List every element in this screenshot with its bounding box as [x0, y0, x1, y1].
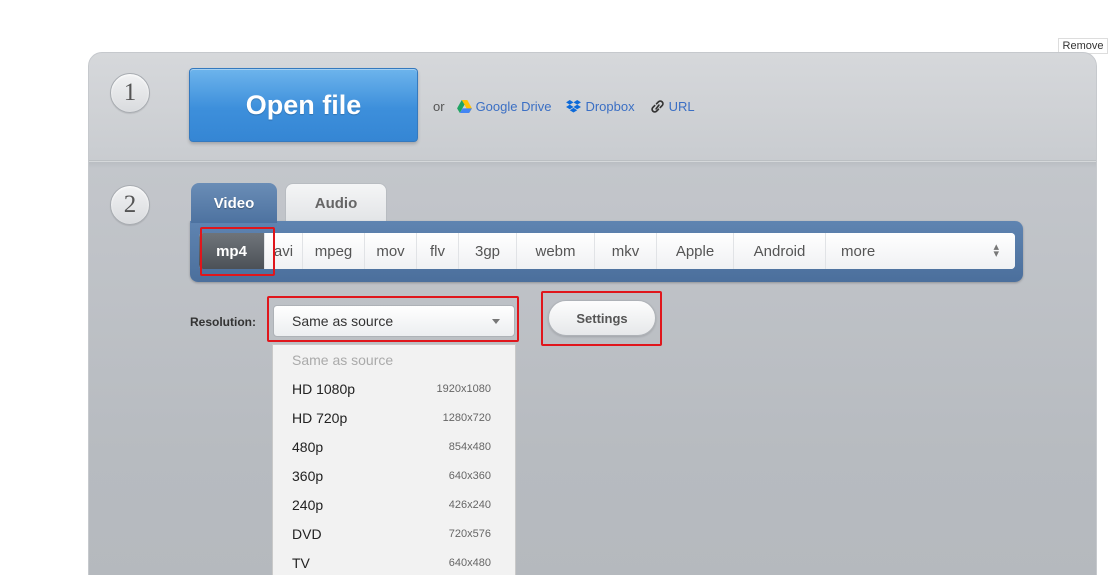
step-2-number: 2	[110, 185, 150, 225]
option-resolution: 426x240	[448, 498, 491, 511]
format-apple[interactable]: Apple	[657, 233, 734, 269]
format-mkv[interactable]: mkv	[595, 233, 657, 269]
format-android[interactable]: Android	[734, 233, 826, 269]
format-bar: mp4 avi mpeg mov flv 3gp webm mkv Apple …	[190, 221, 1023, 282]
option-resolution: 640x360	[448, 469, 491, 482]
caret-down-icon	[492, 318, 500, 324]
resolution-option-240p[interactable]: 240p 426x240	[273, 490, 515, 519]
option-name: 360p	[292, 467, 324, 484]
tab-audio[interactable]: Audio	[285, 183, 387, 223]
option-resolution: 640x480	[448, 556, 491, 569]
google-drive-label: Google Drive	[475, 98, 552, 114]
format-more-label: more	[841, 242, 876, 260]
format-mov[interactable]: mov	[365, 233, 417, 269]
resolution-option-720p[interactable]: HD 720p 1280x720	[273, 403, 515, 432]
resolution-select[interactable]: Same as source	[273, 305, 515, 337]
url-link[interactable]: URL	[650, 99, 695, 114]
resolution-option-1080p[interactable]: HD 1080p 1920x1080	[273, 374, 515, 403]
dropbox-label: Dropbox	[585, 98, 635, 114]
option-resolution: 720x576	[448, 527, 491, 540]
link-icon	[650, 99, 664, 113]
option-name: 240p	[292, 496, 324, 513]
google-drive-icon	[456, 99, 472, 113]
resolution-option-480p[interactable]: 480p 854x480	[273, 432, 515, 461]
resolution-label: Resolution:	[190, 315, 256, 329]
step-divider	[89, 160, 1096, 162]
step-1-number: 1	[110, 73, 150, 113]
format-mp4[interactable]: mp4	[199, 233, 265, 269]
option-resolution: 1920x1080	[436, 382, 491, 395]
format-webm[interactable]: webm	[517, 233, 595, 269]
resolution-option-same-as-source: Same as source	[273, 345, 515, 374]
resolution-option-360p[interactable]: 360p 640x360	[273, 461, 515, 490]
option-name: Same as source	[292, 351, 394, 368]
option-name: HD 1080p	[292, 380, 356, 397]
format-flv[interactable]: flv	[417, 233, 459, 269]
format-avi[interactable]: avi	[265, 233, 303, 269]
file-sources: or Google Drive Dropbox URL	[433, 97, 710, 115]
resolution-selected-value: Same as source	[292, 313, 394, 329]
resolution-option-dvd[interactable]: DVD 720x576	[273, 519, 515, 548]
tab-video[interactable]: Video	[191, 183, 277, 223]
url-label: URL	[668, 98, 695, 114]
option-resolution: 1280x720	[442, 411, 491, 424]
option-name: DVD	[292, 525, 322, 542]
or-label: or	[433, 98, 445, 114]
google-drive-link[interactable]: Google Drive	[456, 98, 552, 114]
dropbox-icon	[566, 99, 582, 113]
option-resolution: 854x480	[448, 440, 491, 453]
format-more-select[interactable]: more ▴ ▾	[826, 233, 1015, 269]
resolution-option-tv[interactable]: TV 640x480	[273, 548, 515, 575]
option-name: HD 720p	[292, 409, 348, 426]
resolution-dropdown: Same as source HD 1080p 1920x1080 HD 720…	[272, 344, 516, 575]
option-name: 480p	[292, 438, 324, 455]
up-down-arrows-icon: ▴ ▾	[993, 241, 999, 260]
settings-button[interactable]: Settings	[548, 300, 656, 336]
option-name: TV	[292, 554, 310, 571]
dropbox-link[interactable]: Dropbox	[566, 98, 635, 114]
format-3gp[interactable]: 3gp	[459, 233, 517, 269]
open-file-button[interactable]: Open file	[189, 68, 418, 142]
format-list: mp4 avi mpeg mov flv 3gp webm mkv Apple …	[199, 233, 1015, 269]
format-mpeg[interactable]: mpeg	[303, 233, 365, 269]
converter-panel: 1 Open file or Google Drive Dropbox URL …	[88, 52, 1097, 575]
